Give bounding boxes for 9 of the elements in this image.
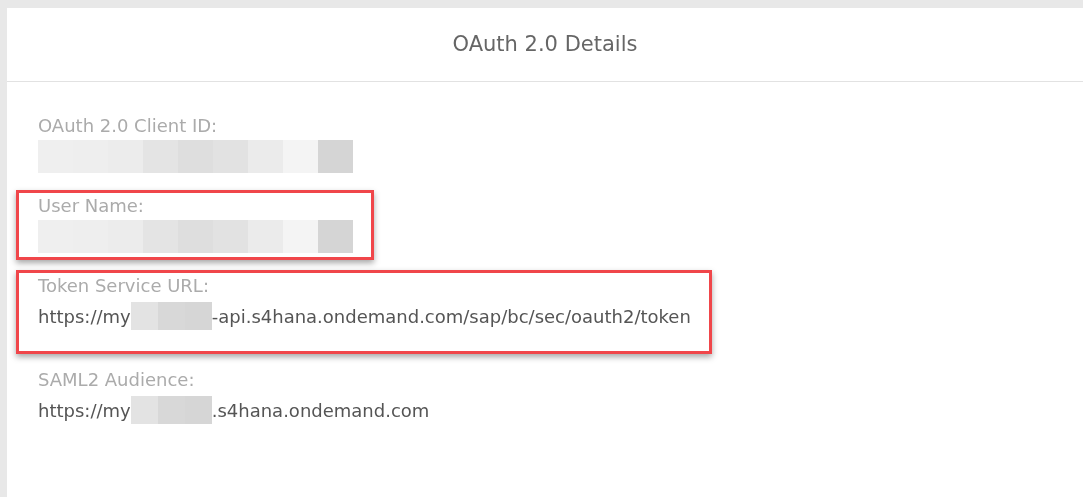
field-value: https://my (38, 304, 131, 329)
field-label: User Name: (38, 194, 145, 218)
field-value: -api.s4hana.ondemand.com/sap/bc/sec/oauth2/token (211, 304, 691, 329)
field-value: https://my (38, 398, 131, 423)
field-label: OAuth 2.0 Client ID: (38, 114, 219, 138)
field-label: Token Service URL: (38, 274, 210, 298)
dialog-title: OAuth 2.0 Details (452, 30, 638, 58)
field-value: .s4hana.ondemand.com (211, 398, 430, 423)
field-label: SAML2 Audience: (38, 368, 196, 392)
